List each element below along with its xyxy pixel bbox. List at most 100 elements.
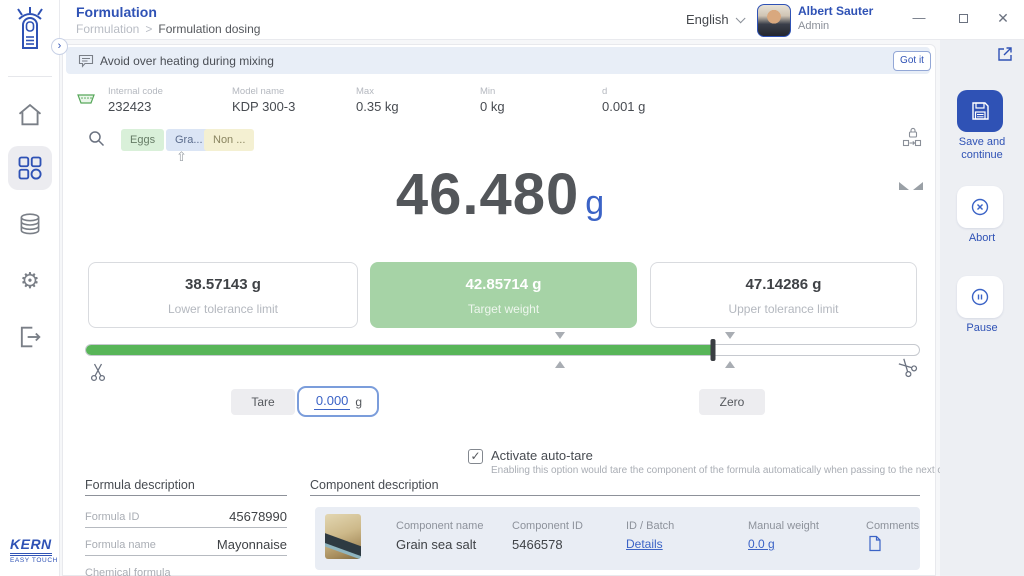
breadcrumb: Formulation > Formulation dosing bbox=[76, 22, 260, 36]
database-icon bbox=[16, 211, 44, 239]
marker-triangle-down bbox=[725, 332, 735, 339]
component-id-value: 5466578 bbox=[512, 537, 563, 552]
avatar[interactable] bbox=[757, 4, 791, 37]
device-field-label: Min bbox=[480, 86, 505, 97]
user-role: Admin bbox=[798, 20, 829, 32]
breadcrumb-current: Formulation dosing bbox=[158, 22, 260, 36]
component-id-label: Component ID bbox=[512, 520, 583, 532]
zero-button[interactable]: Zero bbox=[699, 389, 765, 415]
notice-text: Avoid over heating during mixing bbox=[100, 54, 274, 68]
auto-tare-description: Enabling this option would tare the comp… bbox=[491, 465, 990, 476]
collapse-icon[interactable] bbox=[899, 182, 923, 192]
kern-brand-logo: KERN EASY TOUCH bbox=[10, 536, 58, 564]
maximize-button[interactable] bbox=[952, 10, 974, 30]
kern-brand-tagline: EASY TOUCH bbox=[10, 557, 58, 564]
formula-row-label: Formula ID bbox=[85, 506, 139, 523]
manual-weight-link[interactable]: 0.0 g bbox=[748, 537, 775, 551]
filter-tag[interactable]: Non ... bbox=[204, 129, 254, 151]
close-button[interactable]: ✕ bbox=[992, 10, 1014, 30]
logout-icon bbox=[16, 323, 44, 351]
device-field-label: Internal code bbox=[108, 86, 163, 97]
dosing-progress bbox=[85, 329, 920, 373]
device-field-value: 0.001 g bbox=[602, 99, 645, 114]
tare-input[interactable]: 0.000 bbox=[314, 393, 351, 410]
marker-triangle-up bbox=[555, 361, 565, 368]
comments-document-icon[interactable] bbox=[868, 535, 882, 552]
sidebar-item-settings[interactable]: ⚙ bbox=[16, 267, 44, 295]
pause-label: Pause bbox=[940, 322, 1024, 335]
filter-tag[interactable]: Eggs bbox=[121, 129, 164, 151]
sidebar-item-apps[interactable] bbox=[16, 154, 44, 182]
tare-button[interactable]: Tare bbox=[231, 389, 295, 415]
save-icon bbox=[968, 99, 992, 123]
marker-triangle-down bbox=[555, 332, 565, 339]
tare-input-box: 0.000 g bbox=[297, 386, 379, 417]
lower-tolerance-box: 38.57143 g Lower tolerance limit bbox=[88, 262, 358, 328]
device-field: Min 0 kg bbox=[480, 86, 505, 114]
abort-button[interactable] bbox=[957, 186, 1003, 228]
lock-transfer-icon[interactable] bbox=[901, 126, 923, 147]
upper-tolerance-box: 47.14286 g Upper tolerance limit bbox=[650, 262, 917, 328]
kern-brand-name: KERN bbox=[10, 536, 52, 556]
device-field-label: Model name bbox=[232, 86, 295, 97]
search-icon[interactable] bbox=[88, 130, 105, 147]
got-it-button[interactable]: Got it bbox=[893, 51, 931, 71]
target-weight-label: Target weight bbox=[370, 302, 637, 316]
scissors-left-icon[interactable] bbox=[88, 362, 108, 382]
device-field: Max 0.35 kg bbox=[356, 86, 399, 114]
manual-weight-label: Manual weight bbox=[748, 520, 819, 532]
device-field-value: KDP 300-3 bbox=[232, 99, 295, 114]
upper-tolerance-value: 47.14286 g bbox=[651, 276, 916, 293]
expand-icon[interactable] bbox=[996, 46, 1014, 62]
lower-tolerance-label: Lower tolerance limit bbox=[89, 302, 357, 316]
sidebar-expand-toggle[interactable]: › bbox=[51, 38, 68, 55]
tare-unit: g bbox=[355, 395, 362, 409]
auto-tare-checkbox[interactable] bbox=[468, 449, 483, 464]
formula-row-value: 45678990 bbox=[229, 506, 287, 524]
comments-label: Comments bbox=[866, 520, 919, 532]
device-field: Model name KDP 300-3 bbox=[232, 86, 295, 114]
device-field-value: 232423 bbox=[108, 99, 163, 114]
left-nav-rail: › ⚙ KERN EASY TOUCH bbox=[0, 0, 60, 576]
device-field-value: 0.35 kg bbox=[356, 99, 399, 114]
target-weight-box: 42.85714 g Target weight bbox=[370, 262, 637, 328]
settings-gear-icon: ⚙ bbox=[16, 267, 44, 295]
top-bar: Formulation Formulation > Formulation dosi… bbox=[60, 0, 1024, 40]
upper-tolerance-label: Upper tolerance limit bbox=[651, 302, 916, 316]
device-field-value: 0 kg bbox=[480, 99, 505, 114]
formula-row-label: Formula name bbox=[85, 534, 156, 551]
auto-tare-label: Activate auto-tare bbox=[491, 448, 593, 463]
sidebar-item-logout[interactable] bbox=[16, 323, 44, 351]
weight-display: 46.480g bbox=[100, 161, 900, 228]
maximize-icon bbox=[959, 14, 968, 23]
current-weight-tick[interactable] bbox=[710, 339, 715, 361]
breadcrumb-separator: > bbox=[145, 22, 152, 36]
device-field-label: Max bbox=[356, 86, 399, 97]
formula-row-label: Chemical formula bbox=[85, 562, 171, 576]
comment-icon bbox=[78, 54, 94, 68]
sidebar-item-database[interactable] bbox=[16, 211, 44, 239]
easy-touch-logo-icon bbox=[10, 5, 50, 53]
connector-icon bbox=[76, 93, 96, 106]
apps-icon bbox=[16, 154, 44, 182]
formula-row-value: Mayonnaise bbox=[217, 534, 287, 552]
home-icon bbox=[16, 101, 44, 129]
batch-details-link[interactable]: Details bbox=[626, 537, 663, 551]
formula-section-title: Formula description bbox=[85, 478, 195, 492]
target-weight-value: 42.85714 g bbox=[370, 276, 637, 293]
pause-icon bbox=[968, 285, 992, 309]
save-and-continue-label: Save and continue bbox=[940, 136, 1024, 162]
abort-label: Abort bbox=[940, 232, 1024, 245]
abort-icon bbox=[968, 195, 992, 219]
save-and-continue-button[interactable] bbox=[957, 90, 1003, 132]
progress-fill bbox=[86, 345, 712, 355]
weight-value: 46.480 bbox=[396, 162, 579, 227]
pause-button[interactable] bbox=[957, 276, 1003, 318]
minimize-button[interactable]: — bbox=[908, 10, 930, 30]
formula-section-divider bbox=[85, 495, 287, 496]
formula-row: Formula ID 45678990 bbox=[85, 506, 287, 528]
sidebar-item-home[interactable] bbox=[16, 101, 44, 129]
language-selector[interactable]: English bbox=[686, 12, 742, 27]
progress-track[interactable] bbox=[85, 344, 920, 356]
breadcrumb-parent[interactable]: Formulation bbox=[76, 22, 139, 36]
